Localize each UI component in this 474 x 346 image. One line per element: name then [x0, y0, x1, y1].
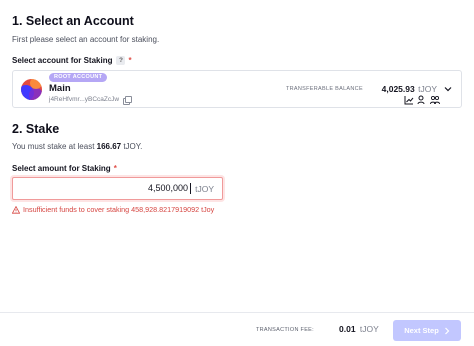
account-address-row: j4ReHfvmr...yBCcaZcJw	[49, 96, 132, 105]
user-key-icon	[417, 92, 427, 105]
next-step-button[interactable]: Next Step	[393, 320, 461, 341]
chart-icon	[404, 92, 414, 105]
error-text: Insufficient funds to cover staking 458,…	[23, 205, 215, 214]
minimum-stake-text: You must stake at least 166.67 tJOY.	[12, 142, 142, 151]
transaction-fee: 0.01 tJOY	[339, 324, 379, 334]
group-icon	[430, 92, 440, 105]
amount-error-message: Insufficient funds to cover staking 458,…	[12, 205, 214, 214]
min-stake-prefix: You must stake at least	[12, 142, 97, 151]
amount-field-label-text: Select amount for Staking	[12, 164, 111, 173]
section-title-select-account: 1. Select an Account	[12, 14, 134, 28]
transferable-balance-label: TRANSFERABLE BALANCE	[286, 86, 363, 92]
warning-icon	[12, 205, 20, 214]
copy-icon[interactable]	[123, 96, 132, 105]
stake-amount-unit: tJOY	[195, 183, 214, 194]
chevron-right-icon	[444, 327, 450, 334]
account-avatar	[21, 79, 42, 100]
fee-unit: tJOY	[359, 324, 379, 334]
account-role-icons	[404, 92, 440, 105]
transaction-fee-label: TRANSACTION FEE:	[256, 327, 314, 333]
account-selector[interactable]: ROOT ACCOUNT Main j4ReHfvmr...yBCcaZcJw …	[12, 70, 462, 108]
section-title-stake: 2. Stake	[12, 122, 60, 136]
account-name: Main	[49, 83, 71, 94]
section-subtitle: First please select an account for staki…	[12, 35, 160, 44]
account-field-label: Select account for Staking ? *	[12, 56, 132, 65]
help-icon[interactable]: ?	[116, 56, 126, 65]
next-step-label: Next Step	[404, 326, 439, 335]
staking-form: 1. Select an Account First please select…	[0, 0, 474, 312]
account-field-label-text: Select account for Staking	[12, 56, 113, 65]
root-account-badge: ROOT ACCOUNT	[49, 73, 108, 82]
min-stake-value: 166.67	[96, 142, 122, 151]
modal-footer: TRANSACTION FEE: 0.01 tJOY Next Step	[0, 312, 474, 346]
required-mark: *	[113, 164, 117, 173]
fee-value: 0.01	[339, 324, 356, 334]
text-caret	[190, 183, 191, 194]
stake-amount-input[interactable]: 4,500,000 tJOY	[12, 177, 223, 200]
account-address: j4ReHfvmr...yBCcaZcJw	[49, 96, 120, 103]
required-mark: *	[128, 56, 132, 65]
stake-amount-value: 4,500,000	[147, 183, 188, 193]
amount-field-label: Select amount for Staking *	[12, 164, 117, 173]
chevron-down-icon[interactable]	[444, 85, 452, 93]
min-stake-unit: tJOY.	[121, 142, 143, 151]
